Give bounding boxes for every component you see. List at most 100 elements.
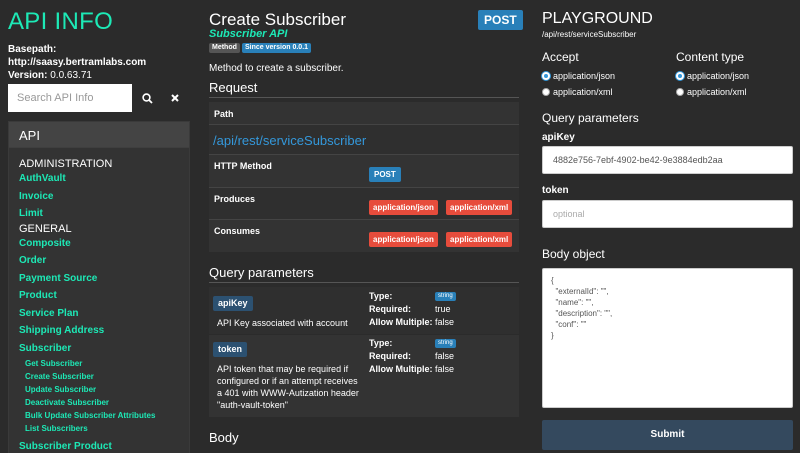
nav-subitem-list-subscribers[interactable]: List Subscribers: [19, 422, 189, 435]
token-label: token: [542, 185, 569, 196]
since-version-tag: Since version 0.0.1: [242, 43, 312, 53]
body-line: "externalId": "",: [551, 287, 609, 296]
playground-panel: PLAYGROUND /api/rest/serviceSubscriber A…: [530, 0, 800, 453]
clear-search-button[interactable]: [161, 84, 189, 112]
nav-item-order[interactable]: Order: [19, 252, 189, 270]
search-input[interactable]: [8, 84, 132, 112]
query-param-row: apiKey API Key associated with account T…: [209, 287, 519, 334]
nav-section-administration: ADMINISTRATION: [19, 158, 113, 170]
nav-item-service-plan[interactable]: Service Plan: [19, 305, 189, 323]
param-name-badge: token: [213, 342, 248, 357]
nav-item-payment-source[interactable]: Payment Source: [19, 270, 189, 288]
basepath-label: Basepath:: [8, 44, 57, 55]
param-allow-multiple-value: false: [435, 364, 455, 374]
endpoint-description: Method to create a subscriber.: [209, 63, 344, 74]
search-button[interactable]: [133, 84, 161, 112]
nav-item-limit[interactable]: Limit: [19, 205, 189, 223]
nav-subitem-bulk-update[interactable]: Bulk Update Subscriber Attributes: [19, 409, 189, 422]
body-line: "description": "",: [551, 309, 613, 318]
request-heading: Request: [209, 80, 258, 95]
param-name-badge: apiKey: [213, 296, 253, 311]
nav-item-shipping-address[interactable]: Shipping Address: [19, 322, 189, 340]
nav-subitem-update-subscriber[interactable]: Update Subscriber: [19, 383, 189, 396]
nav-item-authvault[interactable]: AuthVault: [19, 170, 189, 188]
endpoint-detail: Create Subscriber Subscriber API Method …: [200, 0, 530, 453]
produces-json-badge: application/json: [369, 200, 438, 215]
param-allow-multiple-label: Allow Multiple:: [369, 364, 433, 374]
nav-subitem-deactivate-subscriber[interactable]: Deactivate Subscriber: [19, 396, 189, 409]
path-label: Path: [214, 109, 234, 119]
left-sidebar: API INFO Basepath: http://saasy.bertraml…: [0, 0, 200, 453]
param-allow-multiple-label: Allow Multiple:: [369, 317, 433, 327]
body-object-label: Body object: [542, 247, 605, 261]
radio-label: application/xml: [687, 87, 747, 97]
method-badge: POST: [478, 10, 523, 30]
radio-unselected-icon: [676, 88, 684, 96]
radio-label: application/json: [553, 71, 616, 81]
consumes-json-badge: application/json: [369, 232, 438, 247]
body-line: "name": "",: [551, 298, 594, 307]
param-allow-multiple-value: false: [435, 317, 455, 327]
token-input[interactable]: optional: [542, 200, 793, 228]
param-description: API Key associated with account: [217, 318, 348, 328]
radio-label: application/json: [687, 71, 750, 81]
apikey-label: apiKey: [542, 132, 575, 143]
version-value: 0.0.63.71: [50, 70, 92, 81]
accept-json-radio[interactable]: application/json: [542, 70, 615, 82]
param-type-badge: string: [435, 292, 456, 301]
nav-subitem-get-subscriber[interactable]: Get Subscriber: [19, 357, 189, 370]
consumes-label: Consumes: [214, 226, 261, 236]
basepath-value: http://saasy.bertramlabs.com: [8, 57, 147, 68]
body-line: }: [551, 331, 554, 340]
endpoint-subtitle: Subscriber API: [209, 28, 288, 40]
nav-section-general: GENERAL: [19, 222, 72, 235]
radio-unselected-icon: [542, 88, 550, 96]
param-type-badge: string: [435, 339, 456, 348]
http-method-label: HTTP Method: [214, 161, 272, 171]
playground-path: /api/rest/serviceSubscriber: [542, 30, 637, 39]
request-table: Path /api/rest/serviceSubscriber HTTP Me…: [209, 102, 519, 252]
body-line: "conf": "": [551, 320, 587, 329]
apikey-input[interactable]: 4882e756-7ebf-4902-be42-9e3884edb2aa: [542, 146, 793, 174]
close-icon: [171, 94, 179, 102]
accept-label: Accept: [542, 50, 579, 64]
param-required-label: Required:: [369, 304, 412, 314]
nav-item-subscriber-product[interactable]: Subscriber Product: [19, 438, 189, 453]
nav-item-product[interactable]: Product: [19, 287, 189, 305]
nav-item-invoice[interactable]: Invoice: [19, 188, 189, 206]
param-required-value: false: [435, 351, 455, 361]
query-params-heading: Query parameters: [209, 265, 314, 280]
radio-selected-icon: [676, 72, 684, 80]
method-tag: Method: [209, 43, 240, 53]
table-row: HTTP Method POST: [209, 154, 519, 187]
app-title: API INFO: [8, 8, 114, 35]
radio-label: application/xml: [553, 87, 613, 97]
param-type-label: Type:: [369, 291, 393, 301]
table-row: Consumes application/json application/xm…: [209, 219, 519, 252]
content-type-xml-radio[interactable]: application/xml: [676, 86, 747, 98]
produces-xml-badge: application/xml: [446, 200, 513, 215]
nav-item-subscriber[interactable]: Subscriber: [19, 340, 189, 358]
consumes-xml-badge: application/xml: [446, 232, 513, 247]
divider: [209, 97, 519, 98]
table-row: Produces application/json application/xm…: [209, 187, 519, 219]
table-row: Path: [209, 102, 519, 124]
nav-item-composite[interactable]: Composite: [19, 235, 189, 253]
submit-button[interactable]: Submit: [542, 420, 793, 450]
nav-list: ADMINISTRATION AuthVault Invoice Limit G…: [19, 158, 189, 453]
query-param-row: token API token that may be required if …: [209, 335, 519, 417]
accept-xml-radio[interactable]: application/xml: [542, 86, 613, 98]
content-type-json-radio[interactable]: application/json: [676, 70, 749, 82]
body-object-textarea[interactable]: { "externalId": "", "name": "", "descrip…: [542, 268, 793, 408]
api-nav-panel: API ADMINISTRATION AuthVault Invoice Lim…: [8, 121, 190, 453]
version-label: Version:: [8, 70, 48, 81]
param-required-value: true: [435, 304, 451, 314]
search-icon: [141, 92, 153, 104]
playground-title: PLAYGROUND: [542, 10, 653, 27]
param-type-label: Type:: [369, 338, 393, 348]
content-type-label: Content type: [676, 50, 745, 64]
path-link[interactable]: /api/rest/serviceSubscriber: [213, 133, 366, 148]
nav-subitem-create-subscriber[interactable]: Create Subscriber: [19, 370, 189, 383]
nav-header[interactable]: API: [9, 122, 189, 148]
version-line: Version: 0.0.63.71: [8, 70, 92, 81]
